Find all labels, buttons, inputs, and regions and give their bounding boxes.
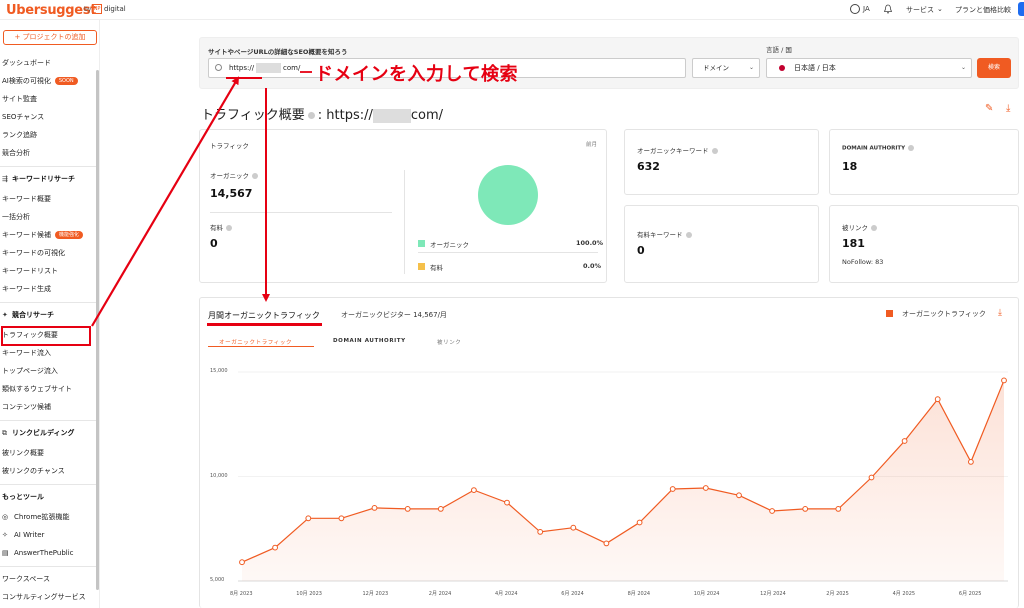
data-point[interactable] (901, 438, 908, 444)
data-point[interactable] (437, 506, 444, 512)
data-point[interactable] (868, 474, 875, 481)
data-point[interactable] (371, 505, 378, 511)
organic-traffic-chart (238, 371, 1008, 582)
data-point[interactable] (404, 506, 411, 512)
data-point[interactable] (1001, 377, 1007, 384)
data-point[interactable] (636, 519, 643, 526)
data-point[interactable] (239, 559, 245, 566)
data-point[interactable] (603, 540, 610, 547)
data-point[interactable] (835, 506, 842, 512)
data-point[interactable] (504, 499, 510, 506)
data-point[interactable] (570, 524, 577, 531)
data-point[interactable] (769, 508, 775, 514)
data-point[interactable] (305, 515, 312, 522)
data-point[interactable] (272, 544, 279, 551)
data-point[interactable] (471, 487, 477, 494)
data-point[interactable] (669, 486, 676, 492)
data-point[interactable] (736, 492, 742, 499)
data-point[interactable] (702, 485, 709, 491)
data-point[interactable] (802, 506, 809, 512)
data-point[interactable] (968, 459, 974, 465)
data-point[interactable] (537, 529, 544, 535)
data-point[interactable] (934, 396, 941, 403)
area-fill (242, 380, 1004, 581)
data-point[interactable] (338, 515, 345, 522)
